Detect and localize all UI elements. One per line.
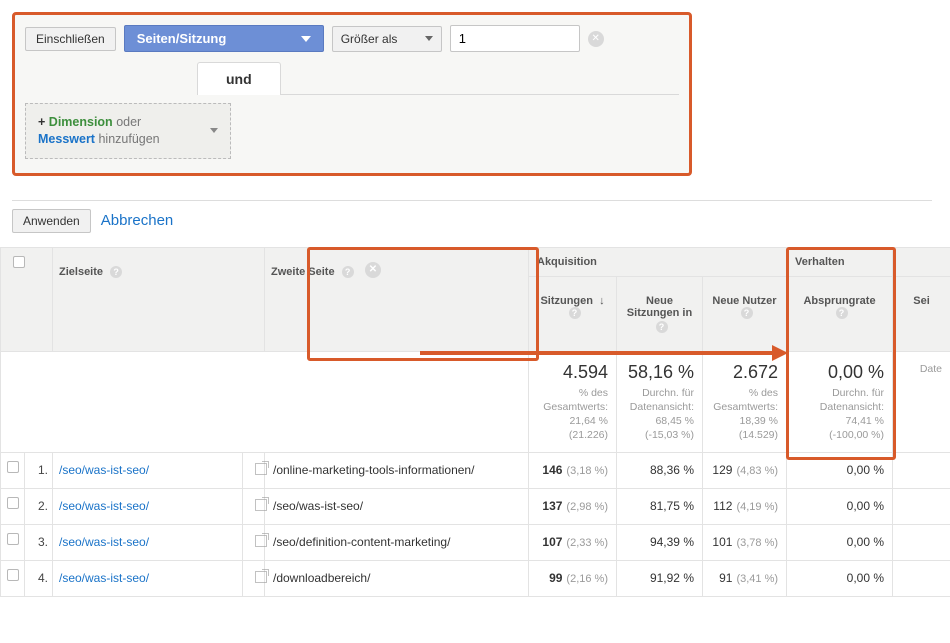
filter-value-input[interactable] [450, 25, 580, 52]
column-group-acquisition: Akquisition [529, 247, 787, 276]
totals-sessions: 4.594 % des Gesamtwerts: 21,64 % (21.226… [529, 351, 617, 453]
and-tab[interactable]: und [197, 62, 281, 95]
second-page-cell: /seo/definition-content-marketing/ [265, 525, 529, 561]
row-index: 4. [25, 561, 53, 597]
sort-desc-icon: ↓ [599, 295, 605, 307]
column-header-second-page[interactable]: Zweite Seite ? ✕ [265, 247, 529, 351]
help-icon[interactable]: ? [342, 266, 354, 278]
landing-page-cell: /seo/was-ist-seo/ [53, 525, 243, 561]
landing-page-link[interactable]: /seo/was-ist-seo/ [59, 535, 149, 549]
table-row: 1. /seo/was-ist-seo/ /online-marketing-too… [1, 453, 950, 489]
bounce-cell: 0,00 % [787, 489, 893, 525]
row-checkbox[interactable] [7, 569, 19, 581]
column-header-new-sessions[interactable]: Neue Sitzungen in ? [617, 276, 703, 351]
include-exclude-button[interactable]: Einschließen [25, 27, 116, 51]
overflow-cell [893, 525, 950, 561]
bounce-cell: 0,00 % [787, 453, 893, 489]
new-users-cell: 101(3,78 %) [703, 525, 787, 561]
table-row: 3. /seo/was-ist-seo/ /seo/definition-conte… [1, 525, 950, 561]
totals-new-users: 2.672 % des Gesamtwerts: 18,39 % (14.529… [703, 351, 787, 453]
report-table-container: Zielseite ? Zweite Seite ? ✕ Akquisition… [0, 247, 950, 598]
open-external-icon[interactable] [255, 571, 267, 583]
new-sessions-cell: 91,92 % [617, 561, 703, 597]
select-all-checkbox[interactable] [13, 256, 25, 268]
bounce-cell: 0,00 % [787, 525, 893, 561]
sessions-cell: 107(2,33 %) [529, 525, 617, 561]
sessions-cell: 146(3,18 %) [529, 453, 617, 489]
overflow-cell [893, 561, 950, 597]
column-header-bounce-rate[interactable]: Absprungrate ? [787, 276, 893, 351]
cancel-link[interactable]: Abbrechen [101, 212, 174, 229]
report-table: Zielseite ? Zweite Seite ? ✕ Akquisition… [0, 247, 950, 598]
help-icon[interactable]: ? [836, 307, 848, 319]
overflow-cell [893, 453, 950, 489]
advanced-filter-panel: Einschließen Seiten/Sitzung Größer als ✕… [12, 12, 692, 176]
new-users-cell: 112(4,19 %) [703, 489, 787, 525]
totals-new-sessions: 58,16 % Durchn. für Datenansicht: 68,45 … [617, 351, 703, 453]
overflow-cell [893, 489, 950, 525]
and-tab-row: und [25, 62, 679, 95]
sessions-cell: 99(2,16 %) [529, 561, 617, 597]
chevron-down-icon [301, 36, 311, 42]
landing-page-cell: /seo/was-ist-seo/ [53, 453, 243, 489]
column-header-landing-page[interactable]: Zielseite ? [53, 247, 265, 351]
metric-dropdown[interactable]: Seiten/Sitzung [124, 25, 324, 52]
row-index: 1. [25, 453, 53, 489]
landing-page-link[interactable]: /seo/was-ist-seo/ [59, 499, 149, 513]
help-icon[interactable]: ? [656, 321, 668, 333]
column-header-overflow[interactable]: Sei [893, 276, 950, 351]
new-sessions-cell: 94,39 % [617, 525, 703, 561]
sessions-cell: 137(2,98 %) [529, 489, 617, 525]
column-group-behavior: Verhalten [787, 247, 893, 276]
add-dimension-label: + Dimension oder Messwert hinzufügen [38, 114, 160, 148]
bounce-cell: 0,00 % [787, 561, 893, 597]
second-page-cell: /seo/was-ist-seo/ [265, 489, 529, 525]
apply-button[interactable]: Anwenden [12, 209, 91, 233]
totals-row: 4.594 % des Gesamtwerts: 21,64 % (21.226… [1, 351, 950, 453]
second-page-cell: /online-marketing-tools-informationen/ [265, 453, 529, 489]
new-sessions-cell: 81,75 % [617, 489, 703, 525]
new-sessions-cell: 88,36 % [617, 453, 703, 489]
remove-condition-icon[interactable]: ✕ [588, 31, 604, 47]
chevron-down-icon [210, 128, 218, 133]
row-index: 2. [25, 489, 53, 525]
row-checkbox[interactable] [7, 533, 19, 545]
new-users-cell: 91(3,41 %) [703, 561, 787, 597]
open-external-icon[interactable] [255, 463, 267, 475]
metric-dropdown-label: Seiten/Sitzung [137, 31, 227, 46]
filter-condition-row: Einschließen Seiten/Sitzung Größer als ✕ [25, 25, 679, 52]
column-header-sessions[interactable]: Sitzungen ↓ ? [529, 276, 617, 351]
second-page-cell: /downloadbereich/ [265, 561, 529, 597]
comparator-label: Größer als [341, 32, 398, 46]
row-checkbox[interactable] [7, 461, 19, 473]
totals-overflow: Date [893, 351, 950, 453]
new-users-cell: 129(4,83 %) [703, 453, 787, 489]
help-icon[interactable]: ? [110, 266, 122, 278]
comparator-dropdown[interactable]: Größer als [332, 26, 442, 52]
table-row: 2. /seo/was-ist-seo/ /seo/was-ist-seo/137(… [1, 489, 950, 525]
help-icon[interactable]: ? [741, 307, 753, 319]
row-checkbox[interactable] [7, 497, 19, 509]
row-index: 3. [25, 525, 53, 561]
landing-page-link[interactable]: /seo/was-ist-seo/ [59, 571, 149, 585]
landing-page-cell: /seo/was-ist-seo/ [53, 489, 243, 525]
filter-actions-row: Anwenden Abbrechen [12, 209, 938, 233]
remove-dimension-icon[interactable]: ✕ [365, 262, 381, 278]
table-row: 4. /seo/was-ist-seo/ /downloadbereich/99(2… [1, 561, 950, 597]
column-header-new-users[interactable]: Neue Nutzer ? [703, 276, 787, 351]
open-external-icon[interactable] [255, 535, 267, 547]
totals-bounce: 0,00 % Durchn. für Datenansicht: 74,41 %… [787, 351, 893, 453]
column-group-overflow [893, 247, 950, 276]
chevron-down-icon [425, 36, 433, 41]
help-icon[interactable]: ? [569, 307, 581, 319]
landing-page-cell: /seo/was-ist-seo/ [53, 561, 243, 597]
landing-page-link[interactable]: /seo/was-ist-seo/ [59, 463, 149, 477]
divider [12, 200, 932, 201]
open-external-icon[interactable] [255, 499, 267, 511]
add-dimension-metric-button[interactable]: + Dimension oder Messwert hinzufügen [25, 103, 231, 159]
